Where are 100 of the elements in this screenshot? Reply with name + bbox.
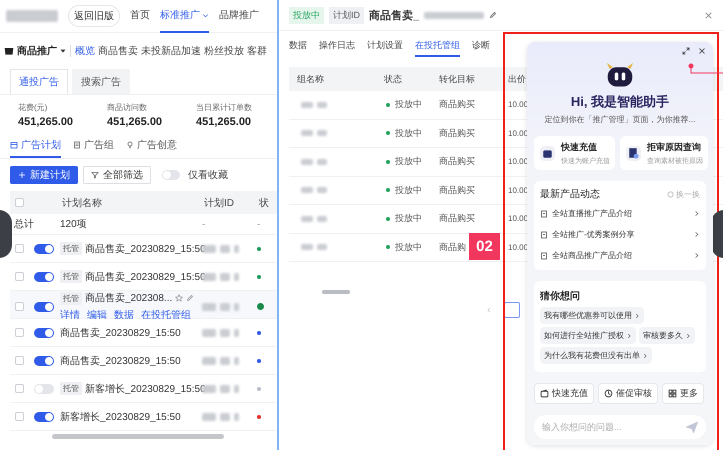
question-field[interactable]: 输入你想问的问题... [534,415,706,439]
news-item[interactable]: 全站推广-优秀案例分享 [552,229,635,240]
sub-nav-tab[interactable]: 概览 [75,44,95,58]
checkbox[interactable] [15,328,24,337]
chevron-right-icon [642,352,648,358]
metric-label: 商品访问数 [107,102,147,113]
checkbox[interactable] [15,272,24,281]
level-tab[interactable]: 广告创意 [126,138,177,158]
blurred-group-name [301,244,313,250]
section-title: 最新产品动态 [540,188,600,201]
table-cell-text: 商品购买 [438,98,475,112]
chevron-left-icon[interactable] [486,307,492,313]
nav-tab[interactable]: 首页 [130,0,150,32]
managed-tag: 托管 [60,382,82,395]
nav-tab[interactable]: 品牌推广 [219,0,259,32]
level-tab[interactable]: 广告计划 [10,138,61,158]
chevron-right-icon [685,332,691,338]
plan-toggle[interactable] [34,384,54,394]
scrollbar[interactable] [322,290,350,294]
row-action-link[interactable]: 在投托管组 [141,308,191,322]
status-text: 投放中 [395,212,422,226]
document-search-icon [625,144,642,162]
plan-name: 新客增长_20230829_15:50 [60,410,181,424]
document-icon [540,210,548,218]
annotation-label: 02 [469,233,500,260]
sub-nav-tab[interactable]: 未投新品加速 [141,44,201,58]
checkbox[interactable] [15,356,24,365]
row-action-link[interactable]: 数据 [114,308,134,322]
suggested-question-chip[interactable]: 为什么我有花费但没有出单 [540,347,652,364]
pencil-icon [186,294,194,302]
checkbox[interactable] [15,244,24,253]
ad-type-tab[interactable]: 搜索广告 [72,69,130,94]
filter-button[interactable]: 全部筛选 [83,166,151,184]
table-cell: - [257,218,260,230]
status-text: 投放中 [395,184,422,197]
news-item[interactable]: 全站商品推广产品介绍 [552,250,632,261]
plan-toggle[interactable] [34,328,54,338]
level-tab[interactable]: 广告组 [73,138,114,158]
document-icon [73,141,81,149]
status-text: 投放中 [395,240,422,254]
expand-icon[interactable] [682,47,690,55]
back-to-old-version-button[interactable]: 返回旧版 [68,5,120,27]
blurred-group-name [317,244,327,250]
row-action-link[interactable]: 编辑 [87,308,107,322]
question-input[interactable]: 输入你想问的问题... [542,422,686,432]
column-header: 计划ID [203,196,234,210]
table-row[interactable]: 商品售卖_20230829_15:50 [10,319,277,347]
grid-icon [668,389,677,398]
bulb-icon [126,141,134,149]
plan-toggle[interactable] [34,272,54,282]
page-button[interactable] [504,302,520,318]
suggested-question-chip[interactable]: 如何进行全站推广授权 [540,327,636,344]
chevron-right-icon [693,210,700,217]
new-plan-button[interactable]: 新建计划 [10,166,78,184]
plan-name: 商品售卖_20230829_15:50 [85,242,206,256]
table-row[interactable]: 托管 商品售卖_202308... 详情 编辑 数据 在投托管组 [10,291,277,319]
status-text: 投放中 [395,126,422,140]
drawer-tab[interactable]: 在投托管组 [415,39,460,57]
suggested-question-chip[interactable]: 审核要多久 [639,327,695,344]
drawer-tab[interactable]: 数据 [289,39,307,57]
blurred-id [202,412,216,420]
shortcut-button[interactable]: 催促审核 [598,383,658,404]
checkbox[interactable] [15,198,24,207]
checkbox[interactable] [15,384,24,393]
favorites-toggle[interactable] [162,170,180,180]
drawer-tab[interactable]: 计划设置 [367,39,403,57]
shortcut-button[interactable]: 快速充值 [534,383,594,404]
suggested-question-chip[interactable]: 我有哪些优惠券可以使用 [540,307,644,324]
document-icon [540,252,548,260]
drawer-tab[interactable]: 诊断 [472,39,490,57]
drawer-tab[interactable]: 操作日志 [319,39,355,57]
plan-name: 商品售卖_20230829_15:50 [85,270,206,284]
refresh-icon [667,190,674,198]
checkbox[interactable] [15,412,24,421]
news-item[interactable]: 全站直播推广产品介绍 [552,208,632,219]
plan-toggle[interactable] [34,244,54,254]
blurred-group-name [301,216,313,222]
row-action-link[interactable]: 详情 [60,308,80,322]
shortcut-button[interactable]: 更多 [662,383,704,404]
plan-toggle[interactable] [34,356,54,366]
id-tag: 计划ID [329,6,364,24]
ad-type-tab[interactable]: 通投广告 [10,69,68,94]
sub-nav-tab[interactable]: 客群 [247,44,267,58]
sub-nav-tab[interactable]: 粉丝投放 [204,44,244,58]
status-dot [386,160,390,164]
close-icon[interactable] [698,47,706,55]
sub-nav-tab[interactable]: 商品售卖 [98,44,138,58]
metric-value: 451,265.00 [107,116,162,128]
table-cell-text: 商品购买 [438,212,475,226]
send-icon[interactable] [686,421,698,433]
plan-toggle[interactable] [34,412,54,422]
card-title: 快速充值 [561,140,597,154]
scrollbar[interactable] [52,434,224,439]
page-title[interactable]: 商品推广 [17,44,57,58]
nav-tab[interactable]: 标准推广 [160,0,209,32]
plan-name: 商品售卖_20230829_15:50 [60,354,181,368]
plan-toggle[interactable] [34,302,54,312]
checkbox[interactable] [15,302,24,311]
blurred-id [202,356,216,364]
metric-label: 当日累计订单数 [196,102,252,113]
